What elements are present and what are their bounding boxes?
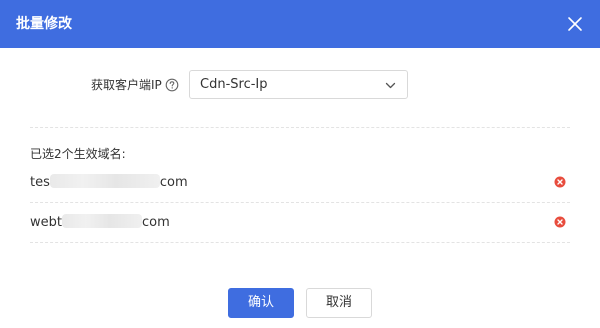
domain-suffix: com [141,215,170,230]
domain-name: webt com [30,214,170,231]
remove-circle-icon[interactable] [554,176,566,188]
domain-suffix: com [159,175,188,190]
dialog-header: 批量修改 [0,0,600,48]
selected-domains-title: 已选2个生效域名: [30,147,126,161]
chevron-down-icon [385,82,396,89]
close-icon[interactable] [566,15,584,33]
confirm-button[interactable]: 确认 [228,288,294,318]
cancel-button[interactable]: 取消 [306,288,372,318]
client-ip-label: 获取客户端IP [91,78,162,92]
client-ip-form-row: 获取客户端IP Cdn-Src-Ip [0,70,600,100]
domain-prefix: webt [30,215,62,230]
domain-prefix: tes [30,175,50,190]
client-ip-select-value: Cdn-Src-Ip [200,77,268,92]
section-divider [30,127,570,128]
row-divider [30,242,570,243]
domain-row: webt com [30,202,570,242]
client-ip-select[interactable]: Cdn-Src-Ip [189,70,408,99]
remove-circle-icon[interactable] [554,216,566,228]
dialog-title: 批量修改 [16,16,72,32]
batch-edit-dialog: 批量修改 获取客户端IP Cdn-Src-Ip 已选2个生效域名: tes com [0,0,600,328]
redacted-mask [61,214,142,228]
redacted-mask [49,174,160,188]
question-circle-icon[interactable] [165,78,179,92]
domain-row: tes com [30,162,570,202]
domain-name: tes com [30,174,188,191]
